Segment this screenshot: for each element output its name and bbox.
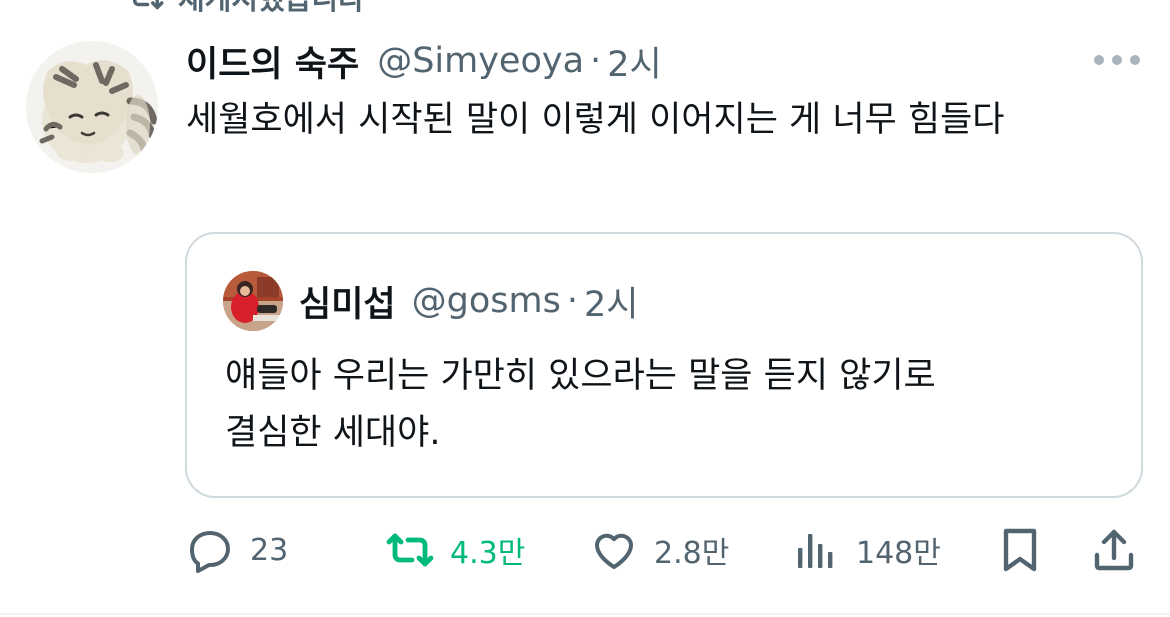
tweet-text: 세월호에서 시작된 말이 이렇게 이어지는 게 너무 힘들다 [186, 100, 1005, 140]
more-options-button[interactable] [1094, 48, 1140, 72]
bookmark-icon [1003, 528, 1037, 572]
quoted-tweet-timestamp[interactable]: 2시 [584, 276, 638, 327]
more-dot-icon [1094, 55, 1104, 65]
quoted-author-display-name[interactable]: 심미섭 [299, 276, 396, 327]
quoted-tweet[interactable]: 심미섭 @gosms · 2시 얘들아 우리는 가만히 있으라는 말을 듣지 않… [185, 232, 1143, 498]
reply-icon [190, 531, 230, 573]
retweet-icon [133, 0, 164, 10]
quoted-tweet-header: 심미섭 @gosms · 2시 [299, 276, 638, 326]
bookmark-button[interactable] [996, 520, 1044, 580]
like-count: 2.8만 [654, 536, 730, 571]
author-handle[interactable]: @Simyeoya [377, 41, 584, 81]
quoted-header-separator: · [566, 281, 578, 321]
reply-count: 23 [250, 532, 289, 568]
share-icon [1094, 529, 1134, 571]
view-count: 148만 [856, 536, 941, 571]
more-dot-icon [1112, 55, 1122, 65]
author-display-name[interactable]: 이드의 숙주 [186, 36, 359, 87]
share-button[interactable] [1090, 520, 1138, 580]
tweet-timestamp[interactable]: 2시 [607, 36, 661, 87]
quoted-text-line: 얘들아 우리는 가만히 있으라는 말을 듣지 않기로 [225, 356, 936, 396]
author-avatar[interactable] [26, 41, 158, 173]
reply-button[interactable]: 23 [186, 520, 288, 580]
repost-button[interactable]: 4.3만 [386, 520, 525, 580]
repost-count: 4.3만 [450, 536, 526, 571]
tweet-actions: 23 4.3만 2.8만 148만 [0, 520, 1170, 580]
heart-icon [595, 533, 633, 569]
header-separator: · [590, 41, 602, 81]
retweet-icon [386, 533, 434, 567]
more-dot-icon [1130, 55, 1140, 65]
quoted-text-line: 결심한 세대야. [225, 413, 441, 453]
quoted-author-avatar[interactable] [223, 271, 283, 331]
repost-banner[interactable]: 재게시했습니다 [128, 0, 365, 16]
quoted-author-handle[interactable]: @gosms [412, 281, 561, 321]
like-button[interactable]: 2.8만 [590, 520, 729, 580]
quoted-tweet-text: 얘들아 우리는 가만히 있으라는 말을 듣지 않기로 결심한 세대야. [225, 348, 1105, 462]
repost-banner-text: 재게시했습니다 [178, 0, 365, 18]
tweet-header: 이드의 숙주 @Simyeoya · 2시 [186, 36, 662, 86]
views-button[interactable]: 148만 [792, 520, 941, 580]
tweet-divider [0, 613, 1170, 615]
analytics-icon [798, 534, 833, 568]
